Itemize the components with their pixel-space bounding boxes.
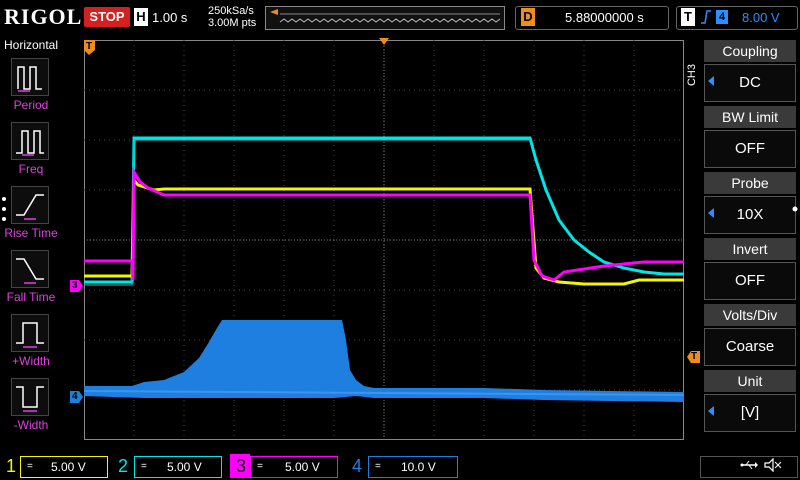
- ch3-number[interactable]: 3: [236, 456, 246, 477]
- probe-title: Probe: [704, 172, 796, 194]
- ch3-scale-box[interactable]: = 5.00 V: [250, 456, 338, 478]
- delay-badge: D: [521, 8, 535, 26]
- ch2-scale: 5.00 V: [167, 460, 202, 474]
- ch3-coupling-icon: =: [257, 461, 263, 472]
- negative-width-button[interactable]: [11, 378, 49, 416]
- fall-time-measure-icon: [16, 258, 44, 284]
- right-page-indicator: [792, 206, 798, 212]
- trigger-level[interactable]: 8.00 V: [742, 10, 780, 25]
- negative-width-label: -Width: [13, 418, 49, 432]
- ch2-scale-box[interactable]: = 5.00 V: [134, 456, 222, 478]
- invert-title: Invert: [704, 238, 796, 260]
- coupling-value[interactable]: DC: [704, 64, 796, 102]
- fall-time-button[interactable]: [11, 250, 49, 288]
- trigger-level-marker-label: T: [691, 351, 698, 362]
- volts-div-title: Volts/Div: [704, 304, 796, 326]
- ch4-scale-box[interactable]: = 10.0 V: [368, 456, 458, 478]
- waveform-grid: [83, 40, 685, 440]
- memory-depth: 3.00M pts: [208, 17, 257, 29]
- timebase-value[interactable]: 1.00 s: [152, 10, 187, 25]
- probe-menu-item[interactable]: Probe 10X: [704, 172, 796, 234]
- ch4-coupling-icon: =: [375, 461, 381, 472]
- volts-div-value[interactable]: Coarse: [704, 328, 796, 366]
- ch1-scale-box[interactable]: = 5.00 V: [20, 456, 108, 478]
- channel-tab: CH3: [686, 64, 698, 87]
- positive-width-button[interactable]: [11, 314, 49, 352]
- memory-overview-bar[interactable]: [265, 6, 505, 30]
- ch1-coupling-icon: =: [27, 461, 33, 472]
- frequency-measure-icon: [16, 130, 44, 156]
- coupling-menu-item[interactable]: Coupling DC: [704, 40, 796, 102]
- horizontal-center-marker-icon: [379, 38, 389, 45]
- invert-value[interactable]: OFF: [704, 262, 796, 300]
- brand-logo: RIGOL: [4, 4, 83, 29]
- ch2-coupling-icon: =: [141, 461, 147, 472]
- bw-limit-menu-item[interactable]: BW Limit OFF: [704, 106, 796, 168]
- period-measure-icon: [17, 66, 42, 92]
- usb-icon: [740, 458, 758, 475]
- top-status-bar: RIGOL STOP H 1.00 s 250kSa/s 3.00M pts D…: [0, 0, 800, 36]
- ch4-marker-label: 4: [72, 391, 78, 402]
- delay-value[interactable]: 5.88000000 s: [565, 10, 644, 25]
- negative-width-measure-icon: [16, 386, 44, 412]
- rise-time-measure-icon: [16, 194, 44, 220]
- fall-time-label: Fall Time: [6, 290, 56, 304]
- channel-status-bar: 1 = 5.00 V 2 = 5.00 V 3 = 5.00 V 4 = 10.…: [0, 452, 800, 480]
- freq-label: Freq: [18, 162, 44, 176]
- freq-button[interactable]: [11, 122, 49, 160]
- invert-menu-item[interactable]: Invert OFF: [704, 238, 796, 300]
- rising-edge-icon: [700, 8, 712, 29]
- memory-overview-waveform: [270, 9, 501, 23]
- coupling-title: Coupling: [704, 40, 796, 62]
- unit-menu-item[interactable]: Unit [V]: [704, 370, 796, 432]
- horizontal-badge: H: [134, 8, 148, 26]
- coupling-arrow-icon: [708, 76, 714, 86]
- speaker-muted-icon[interactable]: [764, 457, 782, 475]
- menu-header: Horizontal: [3, 38, 59, 52]
- ch1-number[interactable]: 1: [6, 456, 16, 477]
- unit-arrow-icon: [708, 406, 714, 416]
- sample-rate: 250kSa/s: [208, 5, 254, 17]
- probe-value[interactable]: 10X: [704, 196, 796, 234]
- volts-div-menu-item[interactable]: Volts/Div Coarse: [704, 304, 796, 366]
- overview-left-marker-icon: [270, 9, 278, 15]
- ch4-scale: 10.0 V: [401, 460, 436, 474]
- ch1-scale: 5.00 V: [51, 460, 86, 474]
- bw-limit-title: BW Limit: [704, 106, 796, 128]
- positive-width-measure-icon: [16, 322, 44, 348]
- trigger-badge: T: [681, 8, 695, 26]
- rise-time-button[interactable]: [11, 186, 49, 224]
- period-button[interactable]: [11, 58, 49, 96]
- bw-limit-value[interactable]: OFF: [704, 130, 796, 168]
- trigger-position-label: T: [86, 41, 93, 52]
- waveform-display[interactable]: [83, 40, 685, 440]
- period-label: Period: [13, 98, 49, 112]
- acquisition-info: 250kSa/s 3.00M pts: [208, 5, 256, 29]
- ch4-number[interactable]: 4: [352, 456, 362, 477]
- positive-width-label: +Width: [12, 354, 50, 368]
- run-stop-indicator[interactable]: STOP: [84, 7, 130, 27]
- ch3-marker-label: 3: [72, 280, 78, 291]
- trigger-source: 4: [716, 10, 728, 24]
- unit-value[interactable]: [V]: [704, 394, 796, 432]
- unit-title: Unit: [704, 370, 796, 392]
- left-page-indicator: [2, 197, 6, 221]
- left-measure-menu: Horizontal Period Freq Rise Time Fall Ti…: [0, 36, 62, 448]
- ch3-scale: 5.00 V: [285, 460, 320, 474]
- ch2-number[interactable]: 2: [118, 456, 128, 477]
- probe-arrow-icon: [708, 208, 714, 218]
- rise-time-label: Rise Time: [4, 226, 58, 240]
